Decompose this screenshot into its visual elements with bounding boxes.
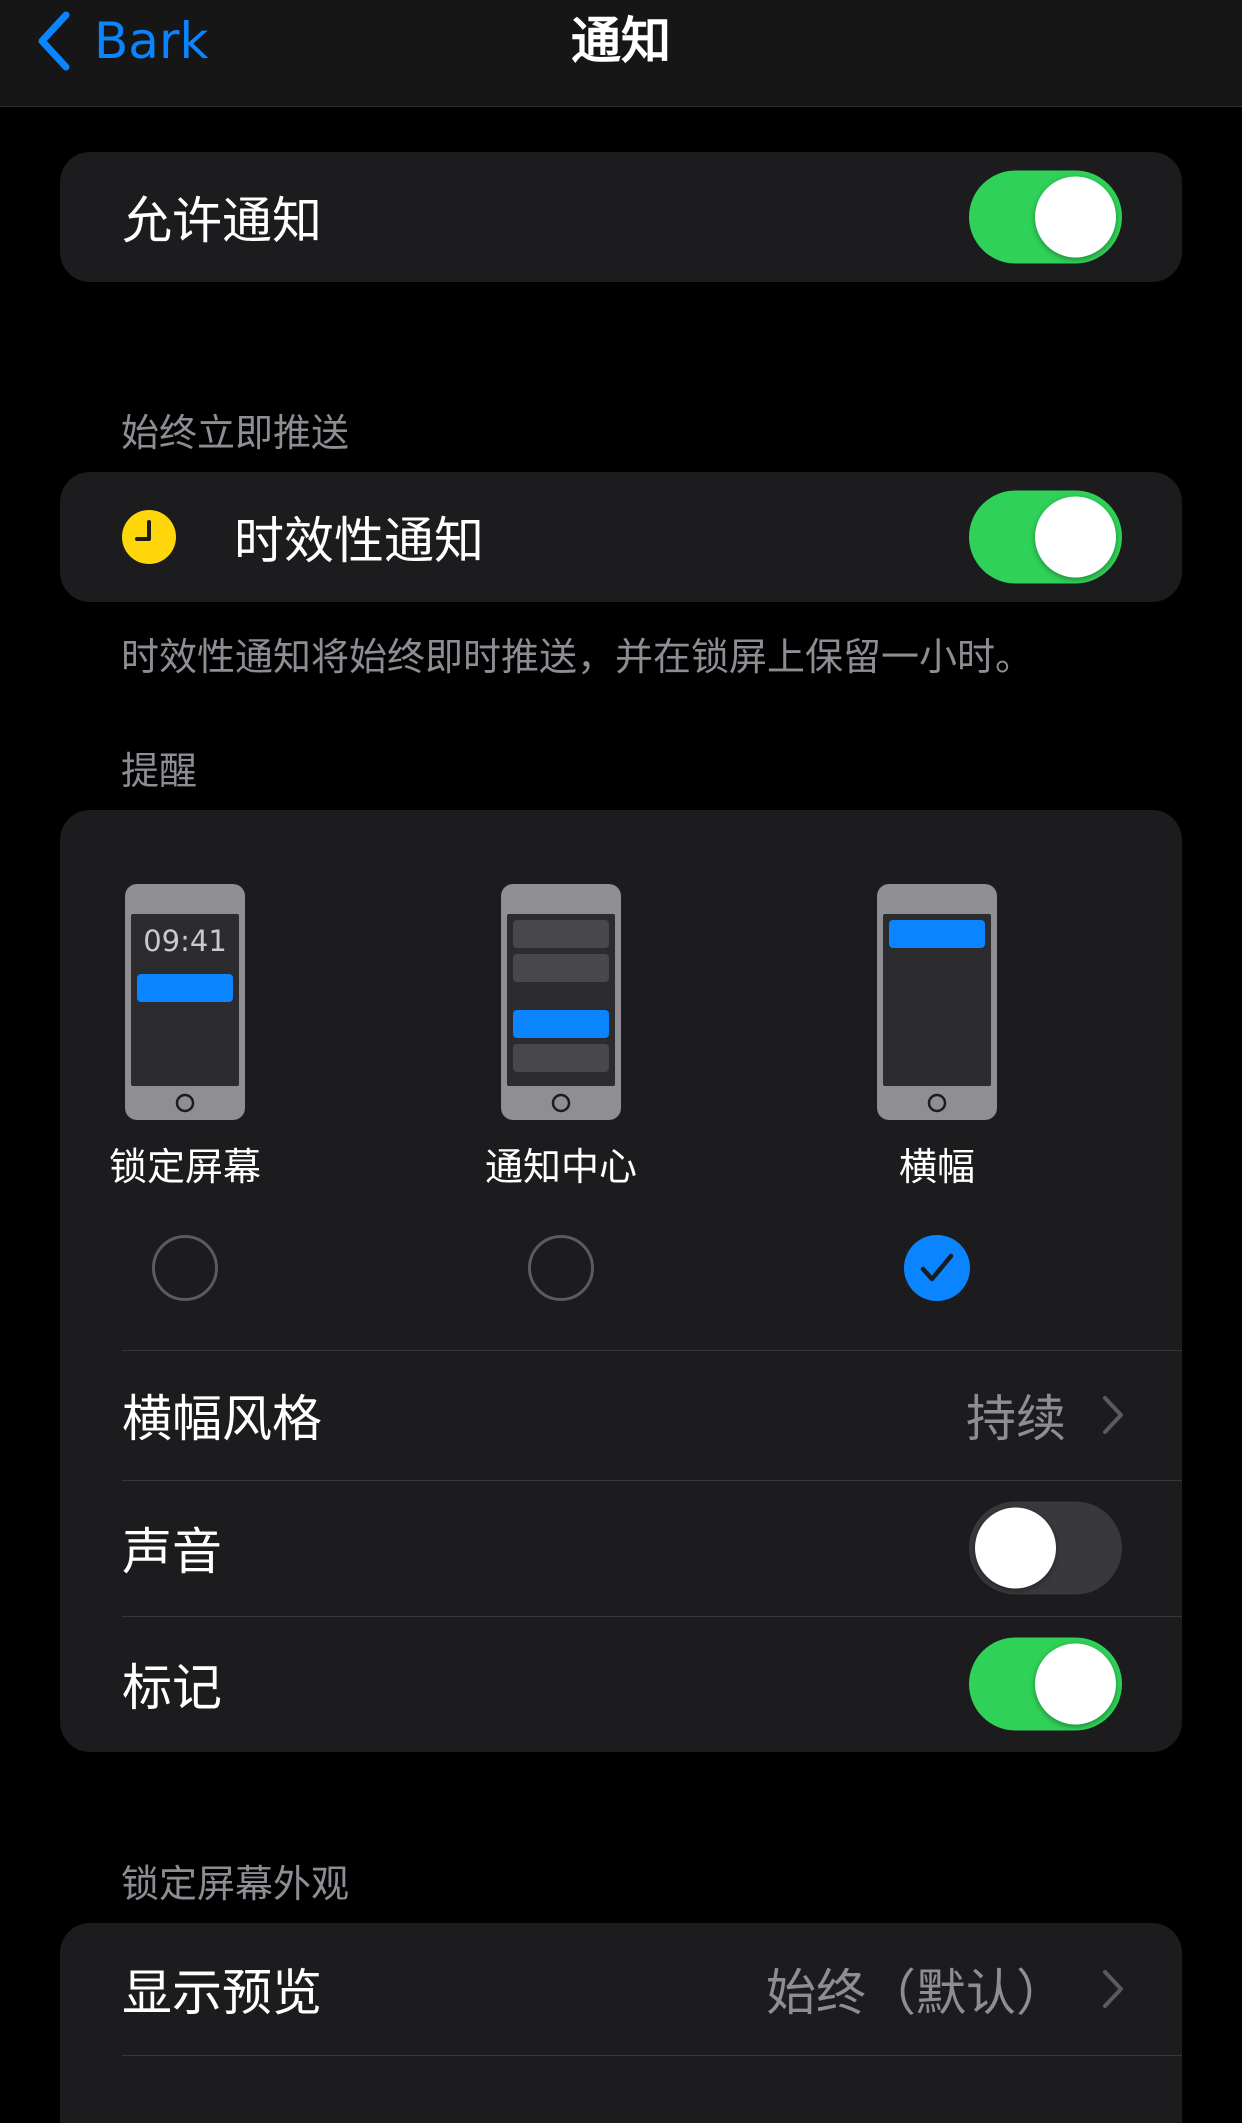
alert-choice-lock-screen[interactable]: 09:41 锁定屏幕	[65, 884, 305, 1301]
alerts-header: 提醒	[121, 749, 198, 793]
checkmark-icon	[920, 1253, 954, 1282]
allow-notifications-toggle[interactable]	[969, 170, 1122, 264]
toggle-knob	[1035, 1643, 1116, 1725]
divider	[122, 2055, 1182, 2056]
sounds-toggle[interactable]	[969, 1501, 1122, 1595]
lock-screen-appearance-group: 显示预览 始终（默认）	[60, 1923, 1182, 2123]
time-sensitive-row: 时效性通知	[60, 472, 1182, 602]
time-sensitive-group: 时效性通知	[60, 472, 1182, 602]
time-sensitive-label: 时效性通知	[234, 512, 484, 570]
next-row	[60, 2055, 1182, 2123]
badges-toggle[interactable]	[969, 1637, 1122, 1731]
badges-row: 标记	[60, 1616, 1182, 1752]
banner-style-row[interactable]: 横幅风格 持续	[60, 1350, 1182, 1480]
notification-center-phone-icon	[501, 884, 621, 1120]
toggle-knob	[1035, 496, 1116, 578]
sounds-row: 声音	[60, 1480, 1182, 1616]
badges-label: 标记	[122, 1659, 222, 1717]
lock-screen-appearance-header: 锁定屏幕外观	[121, 1862, 350, 1906]
clock-icon	[122, 510, 176, 564]
banners-radio[interactable]	[904, 1235, 970, 1301]
allow-notifications-group: 允许通知	[60, 152, 1182, 282]
sounds-label: 声音	[122, 1523, 222, 1581]
chevron-right-icon	[1103, 1396, 1123, 1434]
chevron-right-icon	[1103, 1970, 1123, 2008]
toggle-knob	[1035, 176, 1116, 258]
page-title: 通知	[571, 12, 671, 70]
alerts-group: 09:41 锁定屏幕 通知中心 横幅 横幅风格 持续 声音 标记	[60, 810, 1182, 1752]
lock-screen-clock: 09:41	[143, 924, 227, 958]
divider	[122, 1480, 1182, 1481]
deliver-immediately-header: 始终立即推送	[121, 411, 350, 455]
show-previews-value: 始终（默认）	[766, 1964, 1066, 2022]
alert-choice-label: 锁定屏幕	[108, 1145, 261, 1189]
allow-notifications-row: 允许通知	[60, 152, 1182, 282]
lock-screen-phone-icon: 09:41	[125, 884, 245, 1120]
show-previews-row[interactable]: 显示预览 始终（默认）	[60, 1923, 1182, 2055]
alert-choice-label: 通知中心	[484, 1145, 637, 1189]
alert-choice-notification-center[interactable]: 通知中心	[441, 884, 681, 1301]
time-sensitive-toggle[interactable]	[969, 490, 1122, 584]
alert-style-chooser: 09:41 锁定屏幕 通知中心 横幅	[60, 810, 1182, 1350]
toggle-knob	[975, 1507, 1056, 1589]
banners-phone-icon	[877, 884, 997, 1120]
alert-choice-label: 横幅	[898, 1145, 975, 1189]
time-sensitive-footer: 时效性通知将始终即时推送，并在锁屏上保留一小时。	[121, 635, 1034, 679]
navigation-bar: Bark 通知	[0, 0, 1242, 107]
show-previews-label: 显示预览	[122, 1964, 322, 2022]
lock-screen-radio[interactable]	[152, 1235, 218, 1301]
divider	[122, 1350, 1182, 1351]
alert-choice-banners[interactable]: 横幅	[817, 884, 1057, 1301]
banner-style-label: 横幅风格	[122, 1390, 322, 1448]
allow-notifications-label: 允许通知	[122, 192, 322, 250]
banner-style-value: 持续	[966, 1390, 1066, 1448]
divider	[122, 1616, 1182, 1617]
notification-center-radio[interactable]	[528, 1235, 594, 1301]
